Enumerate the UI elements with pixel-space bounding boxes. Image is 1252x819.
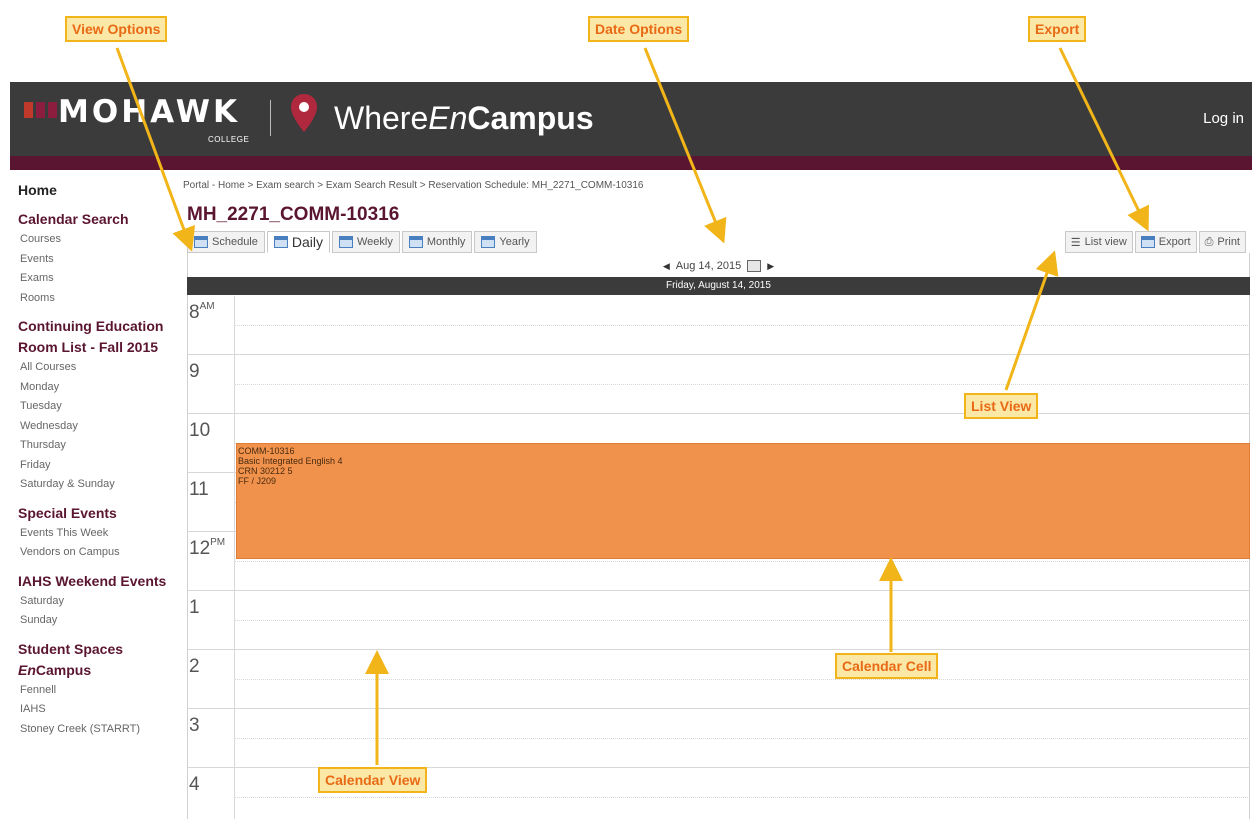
print-button[interactable]: ⎙ Print	[1198, 231, 1246, 253]
tab-yearly-label: Yearly	[499, 236, 530, 248]
app-name-campus: Campus	[467, 100, 594, 136]
sidebar-item-monday[interactable]: Monday	[18, 378, 178, 398]
location-pin-icon	[291, 94, 317, 132]
sidebar-item-all-courses[interactable]: All Courses	[18, 358, 178, 378]
weekly-calendar-icon	[339, 236, 353, 248]
current-date[interactable]: Aug 14, 2015	[676, 260, 741, 272]
sidebar-item-friday[interactable]: Friday	[18, 456, 178, 476]
tab-schedule-label: Schedule	[212, 236, 258, 248]
hour-label: 11	[189, 479, 209, 500]
sidebar-item-events-this-week[interactable]: Events This Week	[18, 524, 178, 544]
hour-label: 12PM	[189, 536, 226, 559]
daily-calendar-icon	[273, 236, 288, 248]
list-view-button[interactable]: ☰ List view	[1064, 231, 1133, 253]
hour-label: 4	[189, 774, 200, 795]
callout-export: Export	[1028, 16, 1087, 42]
student-spaces-campus: Campus	[35, 661, 92, 678]
export-icon	[1140, 236, 1155, 248]
header-stripe	[10, 156, 1252, 170]
hour-label: 2	[189, 656, 200, 677]
sidebar-item-thursday[interactable]: Thursday	[18, 436, 178, 456]
app-name-where: Where	[334, 100, 429, 136]
date-picker-icon[interactable]	[747, 260, 762, 272]
hour-label: 10	[189, 420, 211, 441]
hour-row[interactable]: 1	[187, 591, 1250, 650]
sidebar-item-events[interactable]: Events	[18, 250, 178, 270]
callout-calendar-view: Calendar View	[318, 767, 428, 793]
app-name: WhereEnCampus	[334, 100, 594, 137]
sidebar-home[interactable]: Home	[18, 180, 178, 201]
hour-row[interactable]: 8AM	[187, 296, 1250, 355]
header-divider	[270, 100, 271, 136]
sidebar-iahs-weekend[interactable]: IAHS Weekend Events	[18, 571, 178, 592]
export-button[interactable]: Export	[1134, 231, 1197, 253]
mohawk-logo-icon	[24, 102, 57, 118]
sidebar-special-events[interactable]: Special Events	[18, 503, 178, 524]
view-tools: ☰ List view Export ⎙ Print	[1063, 231, 1246, 253]
callout-view-options: View Options	[65, 16, 168, 42]
next-day-arrow-icon[interactable]: ▶	[767, 261, 774, 272]
hour-row[interactable]: 2	[187, 650, 1250, 709]
hour-label: 9	[189, 361, 200, 382]
hour-row[interactable]: 3	[187, 709, 1250, 768]
tab-yearly[interactable]: Yearly	[474, 231, 537, 253]
sidebar-continuing-education[interactable]: Continuing Education Room List - Fall 20…	[18, 316, 178, 358]
hour-row[interactable]: 9	[187, 355, 1250, 414]
export-label: Export	[1158, 236, 1191, 248]
student-spaces-en: En	[18, 661, 36, 678]
breadcrumb: Portal - Home > Exam search > Exam Searc…	[183, 180, 644, 191]
sidebar-item-fennell[interactable]: Fennell	[18, 681, 178, 701]
day-header: Friday, August 14, 2015	[187, 277, 1250, 295]
sidebar-calendar-search[interactable]: Calendar Search	[18, 209, 178, 230]
sidebar-item-iahs[interactable]: IAHS	[18, 700, 178, 720]
sidebar-student-spaces[interactable]: Student Spaces EnCampus	[18, 639, 178, 681]
login-link[interactable]: Log in	[1203, 110, 1244, 127]
hour-label: 1	[189, 597, 200, 618]
event-code: COMM-10316	[238, 446, 295, 456]
sidebar-item-sunday[interactable]: Sunday	[18, 611, 178, 631]
print-label: Print	[1217, 236, 1240, 248]
callout-list-view: List View	[964, 393, 1039, 419]
schedule-icon	[194, 236, 208, 248]
event-title: Basic Integrated English 4	[238, 456, 343, 466]
tab-monthly-label: Monthly	[426, 236, 466, 248]
sidebar-item-rooms[interactable]: Rooms	[18, 289, 178, 309]
calendar-event[interactable]: COMM-10316 Basic Integrated English 4 CR…	[236, 443, 1250, 559]
date-navigator: ◀ Aug 14, 2015 ▶	[187, 256, 1250, 276]
monthly-calendar-icon	[408, 236, 423, 248]
callout-date-options: Date Options	[588, 16, 690, 42]
sidebar-item-weekend[interactable]: Saturday & Sunday	[18, 475, 178, 495]
student-spaces-label: Student Spaces	[18, 640, 124, 657]
tab-schedule[interactable]: Schedule	[187, 231, 265, 253]
app-name-en: En	[428, 100, 468, 136]
event-crn: CRN 30212 5	[238, 466, 293, 476]
tab-daily-label: Daily	[291, 234, 323, 250]
sidebar-item-saturday[interactable]: Saturday	[18, 592, 178, 612]
list-view-label: List view	[1084, 236, 1127, 248]
view-tabs: Schedule Daily Weekly Monthly Yearly	[187, 231, 539, 253]
page-title: MH_2271_COMM-10316	[187, 204, 400, 225]
printer-icon: ⎙	[1204, 235, 1214, 248]
sidebar-item-stoney-creek[interactable]: Stoney Creek (STARRT)	[18, 720, 178, 740]
sidebar-item-vendors[interactable]: Vendors on Campus	[18, 543, 178, 563]
sidebar-item-exams[interactable]: Exams	[18, 269, 178, 289]
event-room: FF / J209	[238, 476, 277, 486]
callout-calendar-cell: Calendar Cell	[835, 653, 939, 679]
yearly-calendar-icon	[481, 236, 496, 248]
tab-monthly[interactable]: Monthly	[401, 231, 473, 253]
hour-label: 3	[189, 715, 200, 736]
brand-college: COLLEGE	[208, 135, 250, 144]
sidebar-item-wednesday[interactable]: Wednesday	[18, 417, 178, 437]
tab-weekly[interactable]: Weekly	[332, 231, 400, 253]
prev-day-arrow-icon[interactable]: ◀	[663, 261, 670, 272]
sidebar-item-courses[interactable]: Courses	[18, 230, 178, 250]
tab-daily[interactable]: Daily	[266, 231, 330, 253]
tab-weekly-label: Weekly	[357, 236, 393, 248]
sidebar-item-tuesday[interactable]: Tuesday	[18, 397, 178, 417]
list-icon: ☰	[1070, 236, 1081, 249]
brand-name: MOHAWK	[58, 94, 240, 130]
hour-label: 8AM	[189, 300, 215, 323]
sidebar: Home Calendar Search Courses Events Exam…	[18, 180, 178, 739]
